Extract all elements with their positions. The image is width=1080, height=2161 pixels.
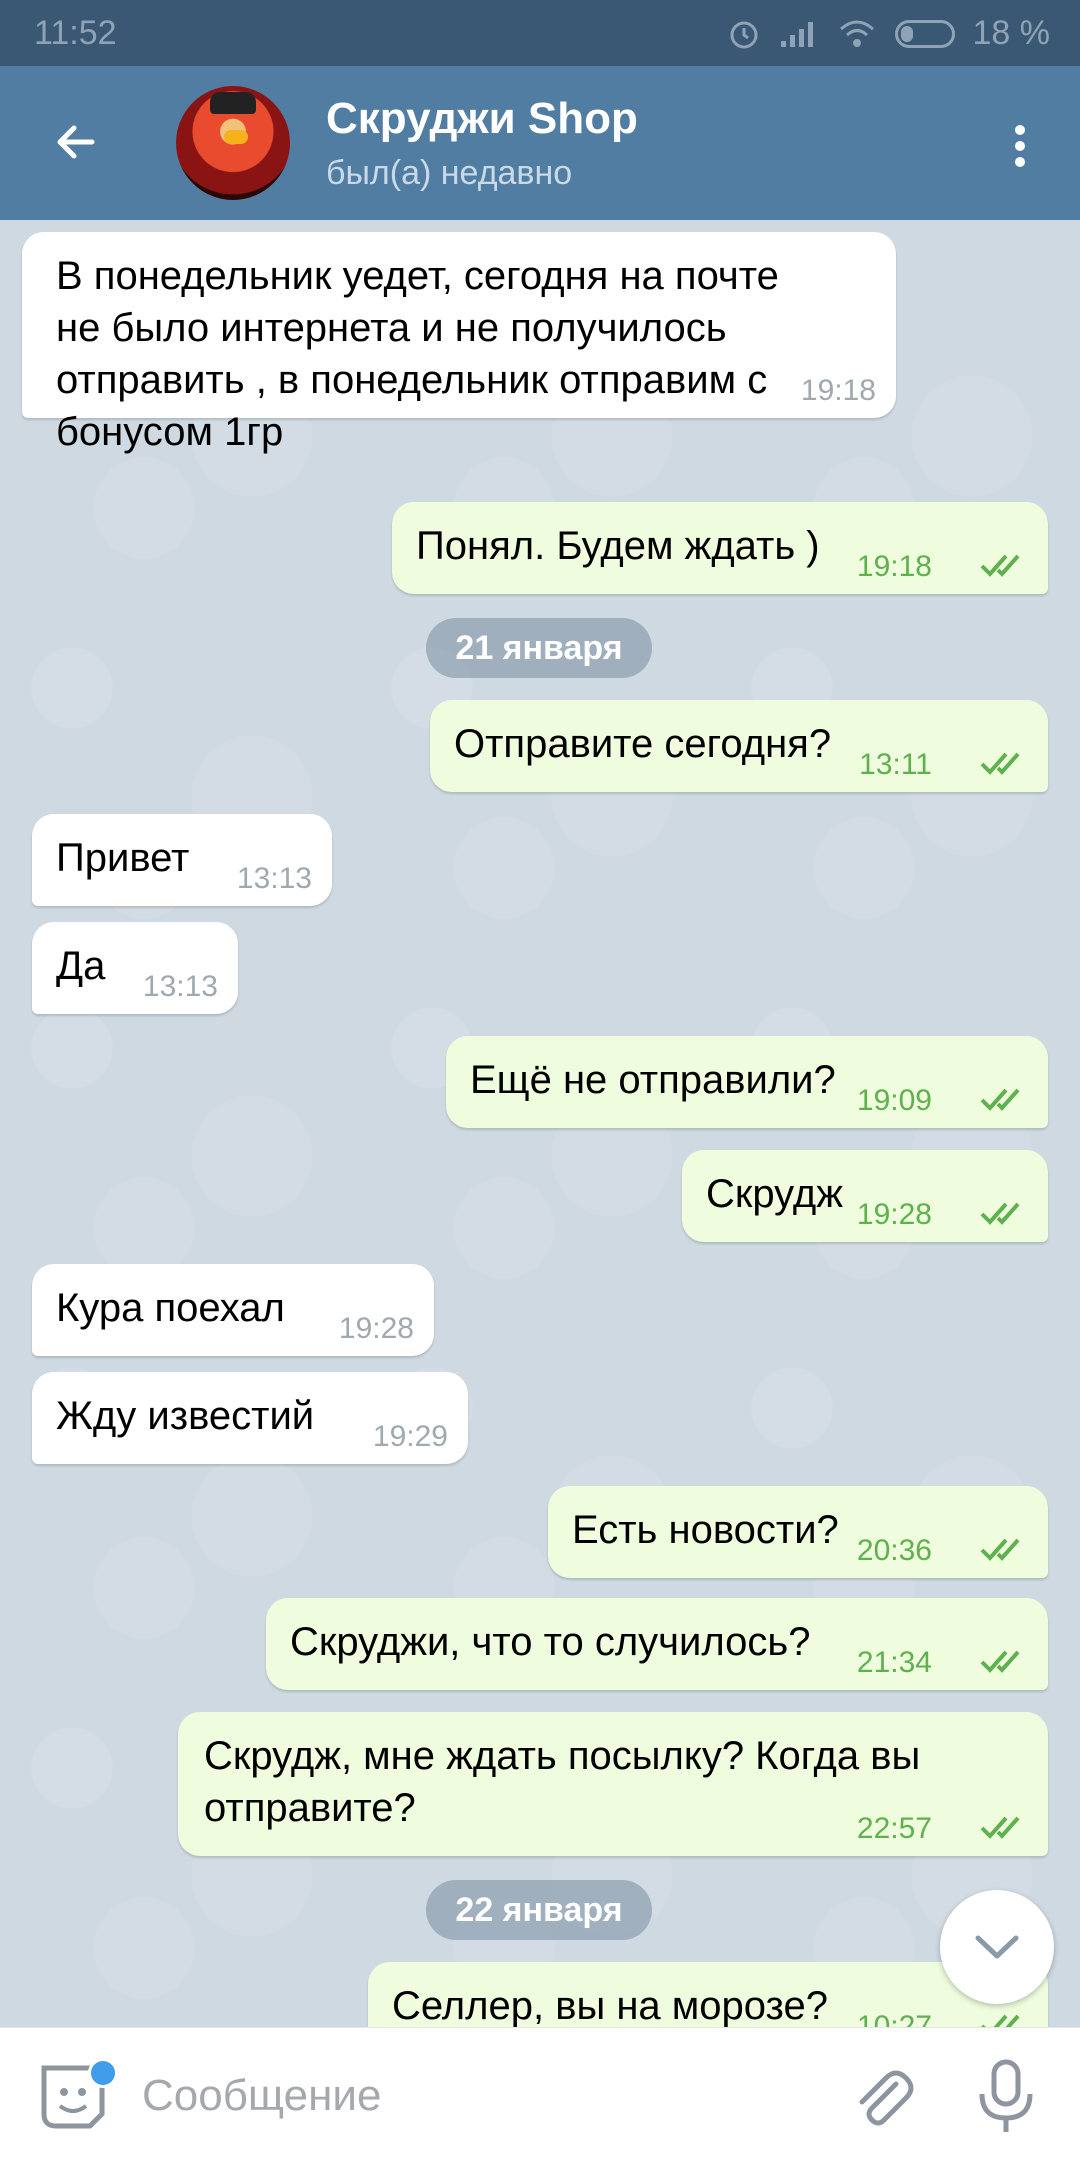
message-time: 19:28	[856, 1198, 932, 1231]
message-outgoing[interactable]: Есть новости? 20:36	[548, 1486, 1048, 1578]
message-text: В понедельник уедет, сегодня на почте не…	[56, 254, 779, 454]
status-time: 11:52	[34, 14, 117, 52]
battery-icon	[894, 19, 955, 48]
message-time: 13:13	[236, 862, 312, 895]
more-options-button[interactable]	[990, 110, 1050, 182]
microphone-icon[interactable]	[970, 2058, 1042, 2138]
chat-header: Скруджи Shop был(а) недавно	[0, 66, 1080, 220]
message-text: Да	[56, 944, 106, 988]
message-text: Есть новости?	[572, 1508, 839, 1552]
arrow-left-icon	[57, 125, 95, 159]
chat-title[interactable]: Скруджи Shop	[326, 94, 638, 144]
message-incoming[interactable]: Жду известий 19:29	[32, 1372, 468, 1464]
date-separator: 22 января	[426, 1880, 652, 1940]
message-incoming[interactable]: В понедельник уедет, сегодня на почте не…	[22, 232, 896, 454]
status-bar: 11:52 18 %	[0, 0, 1080, 66]
avatar-hat	[210, 92, 256, 114]
message-text: Жду известий	[56, 1394, 315, 1438]
message-time: 13:13	[142, 970, 218, 1003]
message-text: Скрудж, мне ждать посылку? Когда вы отпр…	[204, 1734, 921, 1830]
status-icons: 18 %	[727, 14, 1051, 53]
date-separator: 21 января	[426, 618, 652, 678]
chat-subtitle: был(а) недавно	[326, 154, 573, 192]
double-check-icon	[981, 2014, 1020, 2027]
message-time: 19:28	[338, 1312, 414, 1345]
message-time: 19:29	[372, 1420, 448, 1453]
message-text: Привет	[56, 836, 190, 880]
message-outgoing[interactable]: Отправите сегодня? 13:11	[430, 700, 1048, 792]
message-outgoing[interactable]: Ещё не отправили? 19:09	[446, 1036, 1048, 1128]
wifi-icon	[839, 20, 874, 47]
message-text: Скрудж	[706, 1172, 843, 1216]
message-time: 21:34	[856, 1646, 932, 1679]
notification-dot	[88, 2058, 118, 2088]
message-outgoing[interactable]: Понял. Будем ждать ) 19:18	[392, 502, 1048, 594]
double-check-icon	[980, 1816, 1020, 1839]
message-incoming[interactable]: Привет 13:13	[32, 814, 332, 906]
battery-level: 18 %	[972, 14, 1051, 52]
message-outgoing[interactable]: Скрудж 19:28	[682, 1150, 1048, 1242]
message-text: Скруджи, что то случилось?	[290, 1620, 811, 1664]
paperclip-icon[interactable]	[846, 2062, 918, 2134]
avatar[interactable]	[176, 86, 290, 200]
signal-icon	[780, 21, 813, 47]
back-button[interactable]	[40, 106, 112, 178]
message-outgoing[interactable]: Скруджи, что то случилось? 21:34	[266, 1598, 1048, 1690]
double-check-icon	[980, 1538, 1020, 1561]
message-time: 13:11	[859, 748, 932, 781]
message-text: Кура поехал	[56, 1286, 285, 1330]
message-input-bar	[0, 2027, 1080, 2161]
message-time: 19:09	[856, 1084, 932, 1117]
message-incoming[interactable]: Да 13:13	[32, 922, 238, 1014]
message-time: 19:18	[800, 374, 876, 407]
chevron-down-icon	[975, 1935, 1019, 1959]
message-text: Селлер, вы на морозе?	[392, 1984, 828, 2027]
message-input[interactable]	[140, 2058, 824, 2134]
scroll-down-button[interactable]	[940, 1890, 1054, 2004]
message-incoming[interactable]: Кура поехал 19:28	[32, 1264, 434, 1356]
more-vertical-icon	[1015, 125, 1025, 167]
message-outgoing[interactable]: Скрудж, мне ждать посылку? Когда вы отпр…	[178, 1712, 1048, 1856]
double-check-icon	[980, 752, 1020, 775]
message-time: 22:57	[856, 1812, 932, 1845]
double-check-icon	[980, 1650, 1020, 1673]
double-check-icon	[980, 554, 1020, 577]
chat-area[interactable]: В понедельник уедет, сегодня на почте не…	[0, 220, 1080, 2027]
message-time: 20:36	[856, 1534, 932, 1567]
alarm-icon	[730, 21, 757, 48]
message-text: Ещё не отправили?	[470, 1058, 836, 1102]
double-check-icon	[980, 1202, 1020, 1225]
double-check-icon	[980, 1088, 1020, 1111]
message-time: 19:18	[856, 550, 932, 583]
message-text: Понял. Будем ждать )	[416, 524, 820, 568]
message-time: 10:27	[856, 2010, 932, 2027]
message-text: Отправите сегодня?	[454, 722, 832, 766]
avatar-beak	[224, 130, 248, 144]
